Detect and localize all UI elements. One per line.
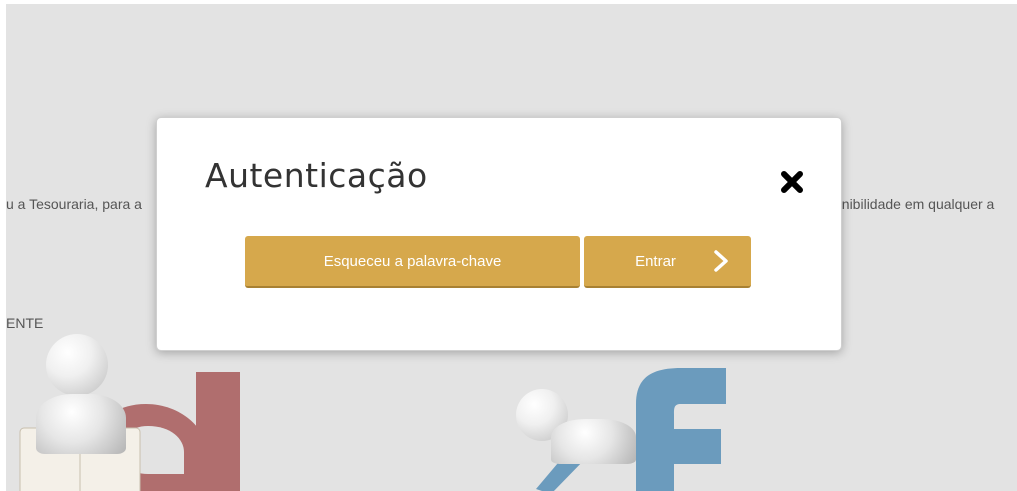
figure-body [551, 419, 636, 464]
figure-illustration [496, 364, 736, 491]
authentication-dialog: Autenticação Esqueceu a palavra-chave En… [156, 117, 842, 351]
figure-head [46, 334, 108, 396]
forgot-password-label: Esqueceu a palavra-chave [323, 252, 502, 270]
background-text-left: u a Tesouraria, para a [6, 196, 142, 212]
enter-label: Entrar [635, 252, 676, 270]
dialog-title: Autenticação [205, 156, 428, 195]
close-icon [781, 171, 803, 193]
background-text-right: onibilidade em qualquer a [834, 196, 995, 212]
enter-button[interactable]: Entrar [584, 236, 751, 288]
background-section-label: ENTE [6, 315, 44, 331]
student-illustration [6, 334, 266, 491]
chevron-right-icon [714, 250, 728, 272]
forgot-password-button[interactable]: Esqueceu a palavra-chave [245, 236, 580, 288]
figure-body [36, 394, 126, 454]
close-button[interactable] [779, 169, 805, 195]
